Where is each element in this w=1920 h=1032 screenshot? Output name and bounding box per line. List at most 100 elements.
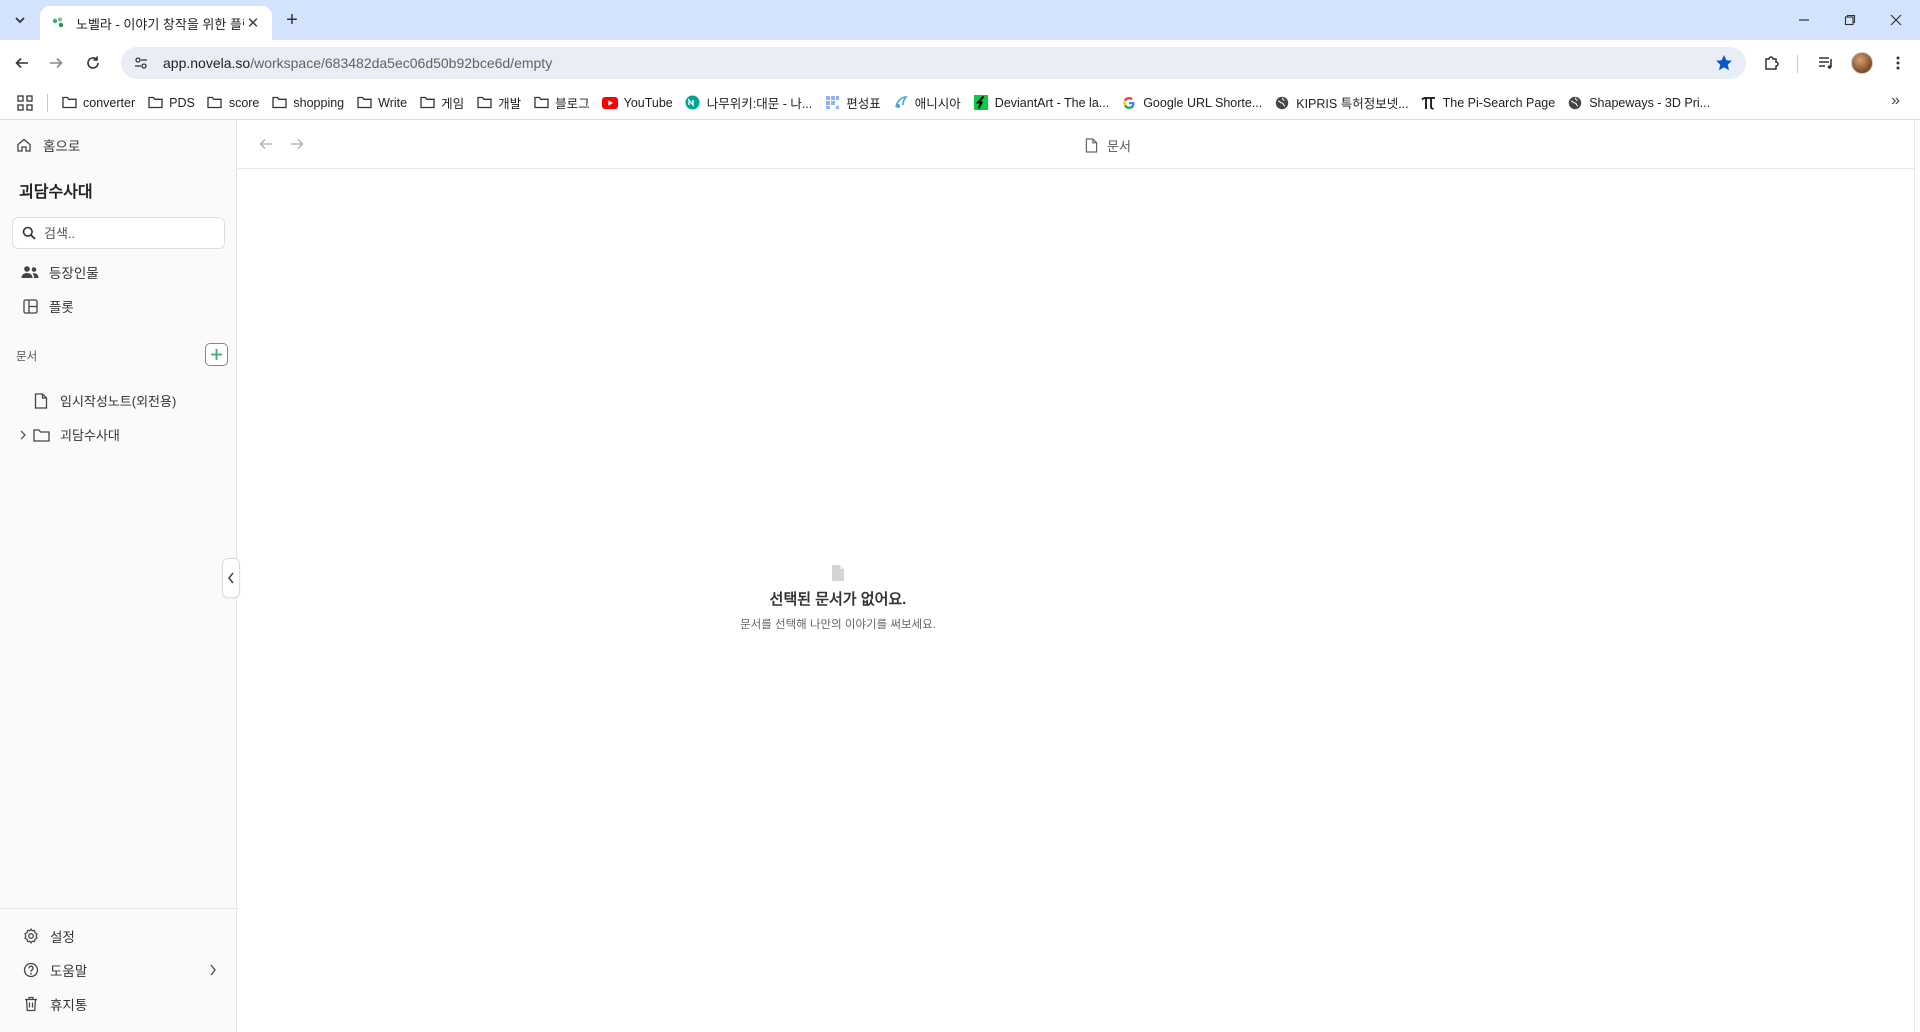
- folder-icon: [33, 428, 50, 442]
- address-bar[interactable]: app.novela.so/workspace/683482da5ec06d50…: [121, 47, 1746, 79]
- new-tab-button[interactable]: +: [280, 8, 304, 32]
- header-title: 문서: [1085, 136, 1131, 155]
- help-circle-icon: [21, 960, 41, 980]
- search-field[interactable]: [12, 217, 225, 249]
- bookmark-label: Google URL Shorte...: [1143, 95, 1263, 110]
- bookmarks-divider: [47, 93, 48, 112]
- bookmark-item[interactable]: 애니시아: [887, 90, 967, 116]
- minimize-button[interactable]: [1782, 4, 1826, 36]
- bookmark-label: KIPRIS 특허정보넷...: [1296, 97, 1409, 111]
- bookmark-label: DeviantArt - The la...: [994, 95, 1110, 110]
- chevron-right-icon: [210, 964, 216, 976]
- bookmark-item[interactable]: YouTube: [596, 90, 679, 116]
- tab-search-button[interactable]: [6, 8, 34, 32]
- sidebar-divider: [0, 908, 237, 909]
- novela-favicon-icon: [52, 17, 64, 28]
- home-label: 홈으로: [43, 139, 81, 154]
- url-text[interactable]: app.novela.so/workspace/683482da5ec06d50…: [163, 55, 552, 71]
- folder-icon: [356, 95, 372, 111]
- sidebar-item-label: 등장인물: [49, 266, 99, 281]
- bookmark-item[interactable]: Shapeways - 3D Pri...: [1561, 90, 1716, 116]
- url-host: app.novela.so: [163, 55, 251, 71]
- back-button[interactable]: [8, 49, 36, 77]
- search-input[interactable]: [44, 225, 204, 241]
- doc-item-folder[interactable]: 괴담수사대: [19, 425, 120, 444]
- browser-menu-button[interactable]: [1884, 49, 1912, 77]
- doc-item-label: 괴담수사대: [60, 428, 120, 443]
- collapse-sidebar-button[interactable]: [222, 558, 240, 598]
- restore-button[interactable]: [1828, 4, 1872, 36]
- bookmark-item[interactable]: PDS: [141, 90, 201, 116]
- gear-icon: [21, 926, 41, 946]
- home-link[interactable]: 홈으로: [14, 135, 80, 155]
- reload-icon: [87, 56, 99, 69]
- bookmark-item[interactable]: DeviantArt - The la...: [967, 90, 1115, 116]
- folder-icon: [419, 95, 435, 111]
- bookmark-item[interactable]: 나무위키:대문 - 나...: [679, 90, 819, 116]
- empty-file-icon: [238, 564, 1438, 582]
- bookmark-label: shopping: [293, 95, 345, 110]
- tab-title: 노벨라 - 이야기 창작을 위한 플랫폼: [76, 16, 244, 32]
- reload-button[interactable]: [79, 49, 107, 77]
- close-window-button[interactable]: [1874, 4, 1918, 36]
- folder-icon: [207, 95, 223, 111]
- bookmark-label: score: [228, 95, 260, 110]
- restore-icon: [1844, 14, 1856, 26]
- novela-app: 홈으로 괴담수사대 등장인물 플롯 문서 임시작성노트(외전용): [0, 120, 1920, 1032]
- bookmark-list: converter PDS score shopping Write 게임 개발 블로그 You…: [55, 90, 1716, 116]
- trash-label: 휴지통: [50, 998, 88, 1013]
- bookmark-item[interactable]: Write: [350, 90, 413, 116]
- trash-link[interactable]: 휴지통: [21, 994, 87, 1014]
- browser-tabstrip: 노벨라 - 이야기 창작을 위한 플랫폼 ✕ +: [0, 0, 1920, 40]
- chevron-right-icon[interactable]: [19, 430, 27, 440]
- forward-button[interactable]: [42, 49, 70, 77]
- namuwiki-icon: [685, 95, 701, 111]
- bookmark-item[interactable]: Google URL Shorte...: [1115, 90, 1268, 116]
- docs-section-label: 문서: [16, 351, 38, 363]
- file-icon: [1085, 138, 1098, 153]
- bookmark-item[interactable]: 편성표: [818, 90, 887, 116]
- bookmark-label: 편성표: [846, 97, 881, 111]
- avatar: [1851, 52, 1873, 74]
- bookmark-item[interactable]: The Pi-Search Page: [1415, 90, 1562, 116]
- profile-button[interactable]: [1848, 49, 1876, 77]
- folder-icon: [533, 95, 549, 111]
- apps-grid-icon[interactable]: [7, 86, 43, 120]
- search-icon: [22, 226, 36, 240]
- bookmark-label: 애니시아: [914, 97, 961, 111]
- sidebar-item-characters[interactable]: 등장인물: [20, 262, 99, 282]
- browser-tab-active[interactable]: 노벨라 - 이야기 창작을 위한 플랫폼 ✕: [40, 6, 272, 40]
- doc-item-note[interactable]: 임시작성노트(외전용): [34, 391, 176, 410]
- youtube-icon: [601, 95, 618, 111]
- bookmark-item[interactable]: 블로그: [527, 90, 596, 116]
- help-link[interactable]: 도움말: [21, 960, 217, 980]
- main-panel: 문서 선택된 문서가 없어요. 문서를 선택해 나만의 이야기를 써보세요.: [238, 120, 1915, 1032]
- globe-icon: [1274, 95, 1290, 111]
- trash-icon: [21, 994, 41, 1014]
- bookmark-item[interactable]: score: [201, 90, 266, 116]
- grid-icon: [824, 95, 840, 111]
- add-document-button[interactable]: [205, 343, 228, 366]
- bookmark-item[interactable]: 게임: [413, 90, 470, 116]
- bookmark-item[interactable]: shopping: [265, 90, 350, 116]
- media-control-button[interactable]: [1812, 49, 1840, 77]
- sidebar-item-plot[interactable]: 플롯: [20, 296, 74, 316]
- close-icon: [1890, 14, 1902, 26]
- doc-back-button[interactable]: [255, 133, 277, 155]
- bookmark-label: The Pi-Search Page: [1442, 95, 1556, 110]
- arrow-right-icon: [50, 57, 63, 69]
- extensions-button[interactable]: [1758, 49, 1786, 77]
- more-bookmarks-icon[interactable]: »: [1891, 92, 1900, 110]
- bookmark-star-icon[interactable]: [1714, 53, 1734, 78]
- bookmark-item[interactable]: 개발: [470, 90, 527, 116]
- doc-forward-button[interactable]: [286, 133, 308, 155]
- site-info-icon[interactable]: [125, 47, 157, 79]
- empty-state-subtitle: 문서를 선택해 나만의 이야기를 써보세요.: [740, 619, 936, 631]
- bookmark-label: 개발: [498, 97, 522, 111]
- empty-state-title: 선택된 문서가 없어요.: [769, 591, 907, 608]
- bookmark-item[interactable]: converter: [55, 90, 141, 116]
- close-tab-icon[interactable]: ✕: [244, 14, 262, 32]
- bookmark-item[interactable]: KIPRIS 특허정보넷...: [1268, 90, 1414, 116]
- settings-link[interactable]: 설정: [21, 926, 75, 946]
- header-title-text: 문서: [1107, 139, 1131, 154]
